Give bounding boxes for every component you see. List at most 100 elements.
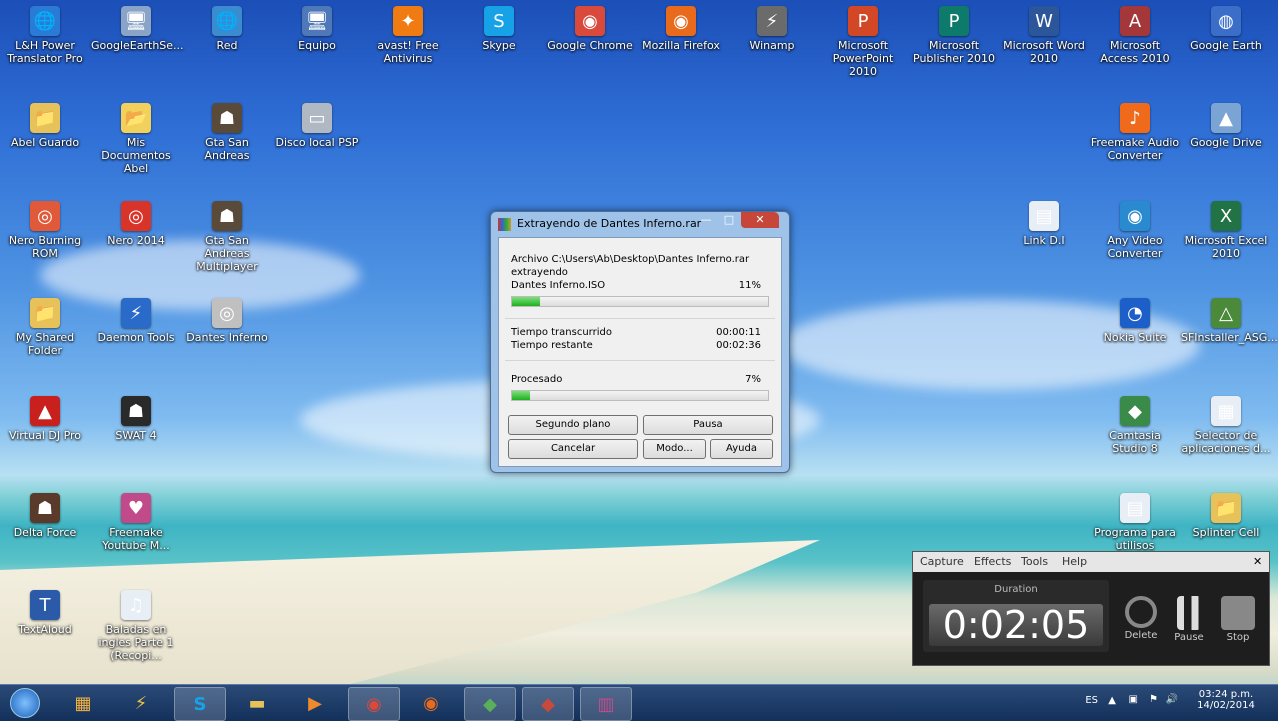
stop-button[interactable]: Stop <box>1218 596 1258 643</box>
desktop-icon[interactable]: ⚡ Winamp <box>727 6 817 52</box>
desktop-icon[interactable]: 🌐 L&H Power Translator Pro <box>0 6 90 65</box>
desktop-icon[interactable]: P Microsoft Publisher 2010 <box>909 6 999 65</box>
taskbar-skype[interactable]: S <box>174 687 226 721</box>
shortcut-icon: ♥ <box>121 493 151 523</box>
show-hidden-icons[interactable]: ▲ <box>1108 695 1116 706</box>
network-icon[interactable]: ▣ <box>1129 694 1138 705</box>
desktop-icon[interactable]: ▤ Programa para utilisos <box>1090 493 1180 552</box>
desktop-icon[interactable]: A Microsoft Access 2010 <box>1090 6 1180 65</box>
menu-capture[interactable]: Capture <box>920 555 964 568</box>
desktop-icon[interactable]: ◎ Nero Burning ROM <box>0 201 90 260</box>
stop-label: Stop <box>1226 632 1250 643</box>
desktop-icon[interactable]: ⚡ Daemon Tools <box>91 298 181 344</box>
delete-button[interactable]: Delete <box>1121 596 1161 641</box>
taskbar-chrome[interactable]: ◉ <box>348 687 400 721</box>
recorder-close-icon[interactable]: ✕ <box>1253 555 1262 568</box>
desktop-icon-label: Microsoft Word 2010 <box>1003 39 1085 65</box>
desktop-icon[interactable]: 📂 Mis Documentos Abel <box>91 103 181 175</box>
file-percent: 11% <box>738 280 761 291</box>
desktop-icon-label: Gta San Andreas <box>204 136 250 162</box>
close-button[interactable]: ✕ <box>741 212 779 228</box>
start-button[interactable] <box>2 687 48 719</box>
desktop-icon[interactable]: ▲ Google Drive <box>1181 103 1271 149</box>
divider <box>505 360 775 361</box>
desktop-icon[interactable]: ✦ avast! Free Antivirus <box>363 6 453 65</box>
clock-date: 14/02/2014 <box>1197 700 1255 711</box>
desktop-icon[interactable]: ◍ Google Earth <box>1181 6 1271 52</box>
taskbar-media[interactable]: ▶ <box>290 687 340 719</box>
taskbar-winamp[interactable]: ⚡ <box>116 687 166 719</box>
maximize-button[interactable]: □ <box>718 212 740 228</box>
desktop-icon[interactable]: ♥ Freemake Youtube M... <box>91 493 181 552</box>
desktop-icon[interactable]: ▤ Link D.I <box>999 201 1089 247</box>
pause-button[interactable]: Pausa <box>643 415 773 435</box>
desktop-icon[interactable]: X Microsoft Excel 2010 <box>1181 201 1271 260</box>
desktop-icon[interactable]: 📁 My Shared Folder <box>0 298 90 357</box>
desktop-icon[interactable]: ▦ Selector de aplicaciones d... <box>1181 396 1271 455</box>
taskbar-camtasia-studio[interactable]: ◆ <box>464 687 516 721</box>
clock[interactable]: 03:24 p.m. 14/02/2014 <box>1194 689 1258 711</box>
minimize-button[interactable]: — <box>695 212 717 228</box>
desktop-icon[interactable]: 🖥 Equipo <box>272 6 362 52</box>
desktop-icon[interactable]: ◎ Nero 2014 <box>91 201 181 247</box>
desktop-icon-label: Selector de aplicaciones d... <box>1181 429 1271 455</box>
language-indicator[interactable]: ES <box>1085 695 1098 706</box>
desktop-icon[interactable]: ☗ Gta San Andreas Multiplayer <box>182 201 272 273</box>
mode-button[interactable]: Modo... <box>643 439 706 459</box>
desktop-icon[interactable]: W Microsoft Word 2010 <box>999 6 1089 65</box>
desktop-icon[interactable]: 📁 Abel Guardo <box>0 103 90 149</box>
taskbar-camtasia-recorder[interactable]: ◆ <box>522 687 574 721</box>
shortcut-icon: ☗ <box>121 396 151 426</box>
taskbar-firefox[interactable]: ◉ <box>406 687 456 719</box>
menu-tools[interactable]: Tools <box>1021 555 1048 568</box>
help-button[interactable]: Ayuda <box>710 439 773 459</box>
desktop-icon[interactable]: P Microsoft PowerPoint 2010 <box>818 6 908 78</box>
desktop-icon[interactable]: ☗ SWAT 4 <box>91 396 181 442</box>
desktop-icon-label: L&H Power Translator Pro <box>7 39 83 65</box>
desktop-icon[interactable]: ♫ Baladas en ingles Parte 1 (Recopi... <box>91 590 181 662</box>
desktop-icon[interactable]: ◉ Any Video Converter <box>1090 201 1180 260</box>
desktop-icon-label: Microsoft Publisher 2010 <box>913 39 995 65</box>
duration-clock: 0:02:05 <box>929 604 1103 646</box>
desktop-icon-label: SWAT 4 <box>115 429 157 442</box>
archive-path: Archivo C:\Users\Ab\Desktop\Dantes Infer… <box>511 254 750 265</box>
desktop-icon-label: Disco local PSP <box>275 136 359 149</box>
desktop-icon[interactable]: S Skype <box>454 6 544 52</box>
pause-icon <box>1177 596 1201 630</box>
menu-help[interactable]: Help <box>1062 555 1087 568</box>
desktop-icon-label: GoogleEarthSe... <box>91 39 184 52</box>
camtasia-studio-icon: ◆ <box>483 693 497 715</box>
desktop-icon[interactable]: ◉ Google Chrome <box>545 6 635 52</box>
taskbar-apps-grid[interactable]: ▦ <box>58 687 108 719</box>
duration-label: Duration <box>994 584 1038 595</box>
desktop-icon[interactable]: ▭ Disco local PSP <box>272 103 362 149</box>
desktop-icon-label: SFInstaller_ASG... <box>1181 331 1278 344</box>
desktop-icon[interactable]: 🖥 GoogleEarthSe... <box>91 6 184 52</box>
shortcut-icon: ☗ <box>212 201 242 231</box>
desktop-icon[interactable]: ◎ Dantes Inferno <box>182 298 272 344</box>
background-button[interactable]: Segundo plano <box>508 415 638 435</box>
desktop-icon[interactable]: ◉ Mozilla Firefox <box>636 6 726 52</box>
desktop-icon[interactable]: ◆ Camtasia Studio 8 <box>1090 396 1180 455</box>
shortcut-icon: ✦ <box>393 6 423 36</box>
pause-record-button[interactable]: Pause <box>1169 596 1209 643</box>
desktop-icon-label: Freemake Youtube M... <box>102 526 170 552</box>
taskbar-winrar[interactable]: ▥ <box>580 687 632 721</box>
desktop-icon[interactable]: ◔ Nokia Suite <box>1090 298 1180 344</box>
desktop-icon[interactable]: 📁 Splinter Cell <box>1181 493 1271 539</box>
flag-icon[interactable]: ⚑ <box>1149 694 1158 705</box>
desktop-icon[interactable]: 🌐 Red <box>182 6 272 52</box>
cancel-button[interactable]: Cancelar <box>508 439 638 459</box>
volume-icon[interactable]: 🔊 <box>1166 694 1178 705</box>
desktop-icon-label: Mozilla Firefox <box>642 39 720 52</box>
desktop-icon[interactable]: ☗ Delta Force <box>0 493 90 539</box>
desktop-icon[interactable]: △ SFInstaller_ASG... <box>1181 298 1278 344</box>
desktop-icon[interactable]: ▲ Virtual DJ Pro <box>0 396 90 442</box>
winrar-taskbar-icon: ▥ <box>597 693 615 715</box>
menu-effects[interactable]: Effects <box>974 555 1011 568</box>
desktop-icon[interactable]: ☗ Gta San Andreas <box>182 103 272 162</box>
desktop-icon[interactable]: T TextAloud <box>0 590 90 636</box>
desktop-icon[interactable]: ♪ Freemake Audio Converter <box>1090 103 1180 162</box>
taskbar-explorer[interactable]: ▬ <box>232 687 282 719</box>
shortcut-icon: S <box>484 6 514 36</box>
